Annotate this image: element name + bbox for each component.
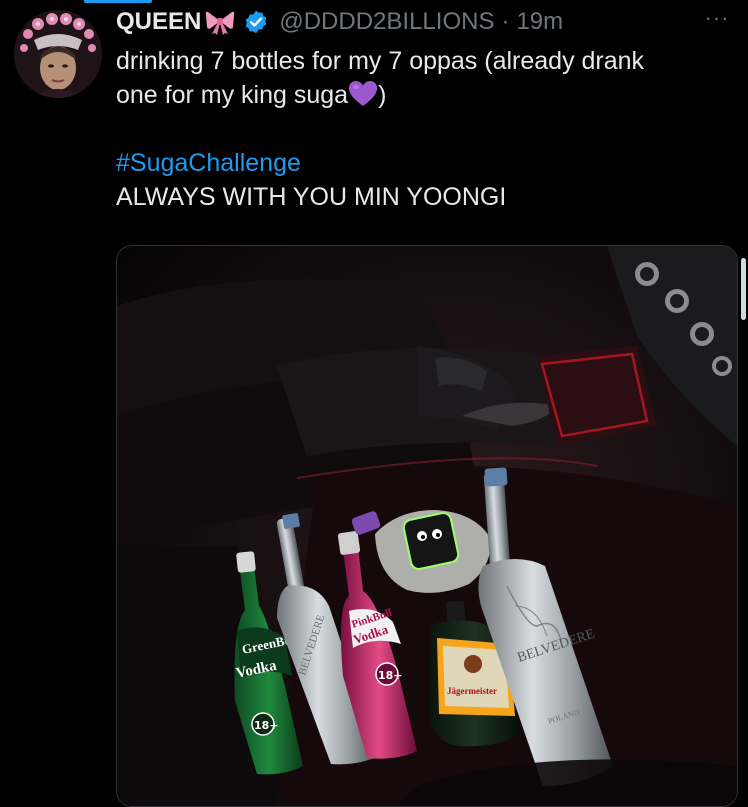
jagermeister-label: Jägermeister bbox=[447, 686, 497, 696]
tweet-media-image[interactable]: GreenBull Vodka 18+ BELVEDERE PinkBull V… bbox=[116, 245, 738, 807]
display-name[interactable]: QUEEN bbox=[116, 8, 201, 36]
tweet-line-2-close: ) bbox=[378, 81, 387, 109]
tweet-text: drinking 7 bottles for my 7 oppas (alrea… bbox=[116, 44, 736, 214]
ribbon-icon bbox=[205, 9, 235, 35]
purple-heart-icon bbox=[348, 80, 378, 108]
greenbull-age-label: 18+ bbox=[254, 719, 279, 732]
separator-dot: · bbox=[501, 8, 510, 35]
more-options-icon[interactable]: ··· bbox=[702, 7, 732, 32]
pinkbull-age-label: 18+ bbox=[378, 669, 403, 682]
tweet-line-2: one for my king suga) bbox=[116, 78, 736, 112]
hashtag-link[interactable]: #SugaChallenge bbox=[116, 146, 736, 180]
top-accent-bar bbox=[84, 0, 152, 3]
tweet-line-2-text: one for my king suga bbox=[116, 81, 349, 109]
handle[interactable]: @DDDD2BILLIONS bbox=[279, 8, 494, 36]
scrollbar[interactable] bbox=[741, 258, 746, 320]
verified-badge-icon bbox=[243, 9, 269, 35]
timestamp[interactable]: 19m bbox=[516, 8, 563, 36]
tweet-header: QUEEN @DDDD2BILLIONS · 19m bbox=[116, 6, 563, 38]
tweet-line-1: drinking 7 bottles for my 7 oppas (alrea… bbox=[116, 47, 645, 75]
tweet-line-4: ALWAYS WITH YOU MIN YOONGI bbox=[116, 183, 507, 211]
avatar[interactable] bbox=[14, 10, 102, 98]
